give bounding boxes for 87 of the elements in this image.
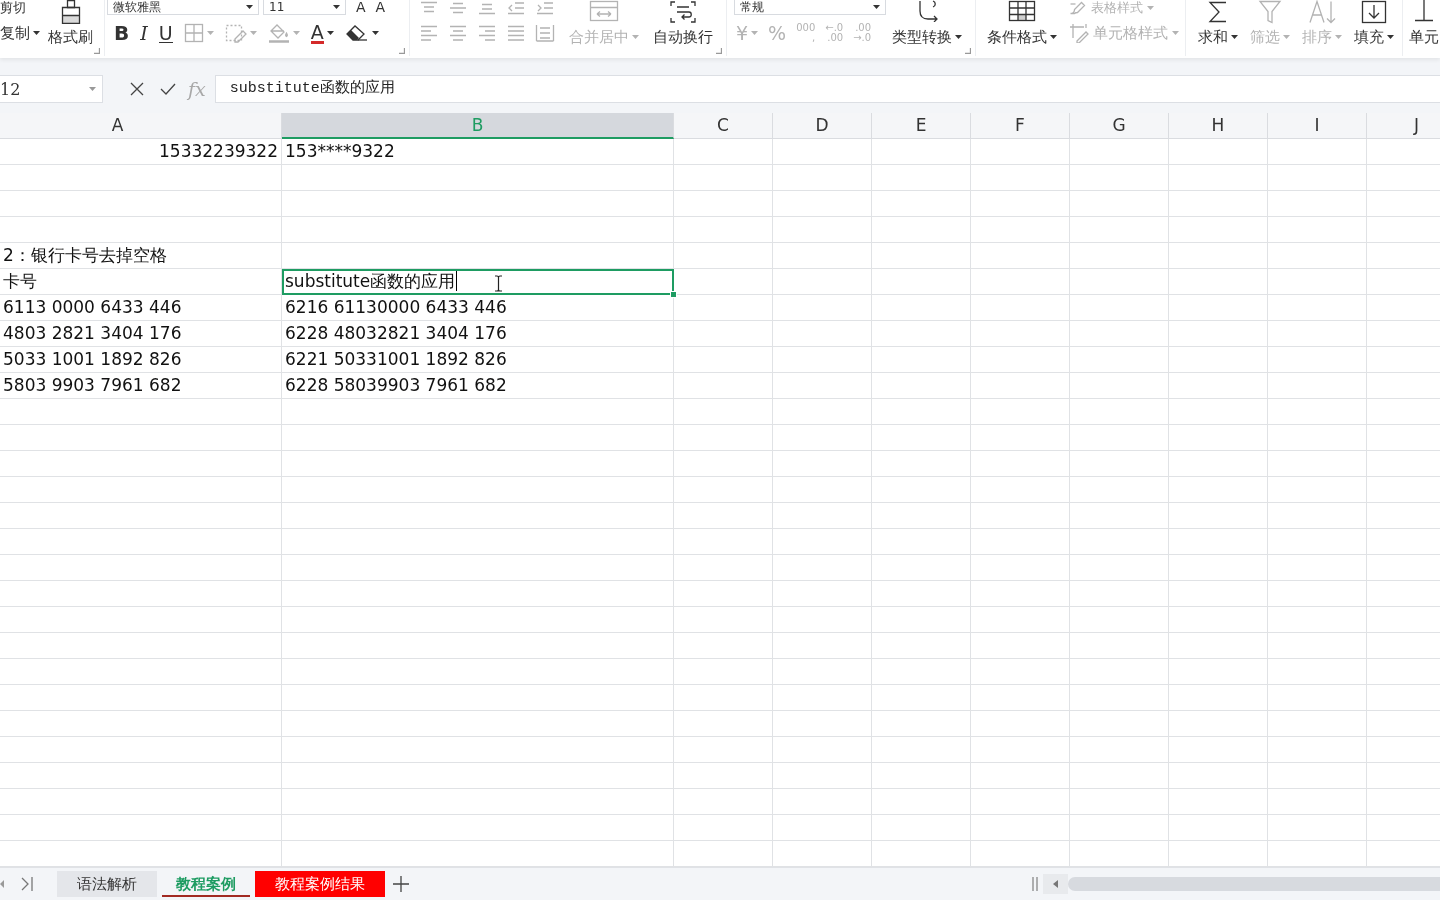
table-grid-icon bbox=[1008, 0, 1036, 22]
column-header[interactable]: A bbox=[0, 113, 282, 139]
plus-icon[interactable] bbox=[393, 876, 409, 892]
copy-button[interactable]: 复制 bbox=[0, 24, 40, 42]
column-header[interactable]: G bbox=[1070, 113, 1169, 139]
dialog-launcher-icon[interactable] bbox=[716, 48, 722, 54]
format-painter-button[interactable]: 格式刷 bbox=[48, 0, 93, 46]
clear-button[interactable] bbox=[344, 23, 379, 43]
fill-handle[interactable] bbox=[670, 291, 677, 298]
scroll-left-button[interactable] bbox=[1043, 874, 1068, 894]
merge-cells-icon bbox=[589, 0, 619, 22]
fill-button[interactable]: 填充 bbox=[1354, 0, 1394, 46]
dialog-launcher-icon[interactable] bbox=[94, 48, 100, 54]
font-size-dropdown[interactable]: 11 bbox=[263, 0, 346, 15]
distribute-icon bbox=[535, 23, 555, 43]
align-right-icon bbox=[477, 23, 497, 43]
table-cell-text: 153****9322 bbox=[284, 140, 396, 163]
column-header[interactable]: I bbox=[1268, 113, 1367, 139]
table-cell-text: 5803 9903 7961 682 bbox=[2, 374, 183, 397]
inverted-t-icon bbox=[1413, 0, 1435, 22]
wrap-text-button[interactable]: 自动换行 bbox=[653, 0, 713, 46]
convert-type-button[interactable]: 类型转换 bbox=[892, 0, 962, 46]
number-format-dropdown[interactable]: 常规 bbox=[734, 0, 886, 15]
dialog-launcher-icon[interactable] bbox=[399, 48, 405, 54]
table-cell-text: 2：银行卡号去掉空格 bbox=[2, 244, 168, 267]
table-cell-text: 6228 58039903 7961 682 bbox=[284, 374, 508, 397]
table-cell-text: 15332239322 bbox=[158, 140, 279, 163]
justify-icon bbox=[506, 23, 526, 43]
grow-font-button[interactable]: A bbox=[356, 0, 366, 15]
splitter-handle-icon[interactable] bbox=[1032, 877, 1038, 891]
column-header[interactable]: F bbox=[971, 113, 1070, 139]
table-cell-text: 6228 48032821 3404 176 bbox=[284, 322, 508, 345]
column-header[interactable]: H bbox=[1169, 113, 1268, 139]
funnel-icon bbox=[1258, 0, 1282, 24]
dialog-launcher-icon[interactable] bbox=[965, 48, 971, 54]
scrollbar-thumb[interactable] bbox=[1068, 877, 1440, 891]
grid-icon bbox=[183, 23, 204, 43]
close-icon bbox=[130, 82, 144, 96]
column-header[interactable]: D bbox=[773, 113, 872, 139]
down-arrow-box-icon bbox=[1361, 0, 1387, 24]
prev-sheet-icon[interactable] bbox=[0, 880, 4, 888]
underline-button[interactable]: U bbox=[158, 23, 173, 43]
align-top-icon bbox=[419, 0, 439, 15]
caret-icon bbox=[333, 5, 340, 9]
text-caret bbox=[456, 271, 458, 291]
editing-cell[interactable]: substitute函数的应用 bbox=[282, 269, 674, 295]
outdent-icon bbox=[506, 0, 526, 15]
pencil-icon bbox=[1069, 0, 1087, 15]
sort-icon bbox=[1308, 0, 1336, 24]
caret-icon bbox=[873, 5, 880, 9]
pen-cross-icon bbox=[1069, 23, 1089, 43]
sheet-tab[interactable]: 教程案例结果 bbox=[255, 871, 385, 897]
font-color-button[interactable]: A bbox=[310, 22, 334, 44]
sum-button[interactable]: 求和 bbox=[1198, 0, 1238, 46]
bold-button[interactable]: B bbox=[114, 22, 130, 44]
left-triangle-icon bbox=[1053, 880, 1058, 888]
sheet-tab[interactable]: 语法解析 bbox=[57, 871, 157, 897]
align-left-icon bbox=[419, 23, 439, 43]
caret-icon bbox=[89, 87, 96, 91]
align-center-icon bbox=[448, 23, 468, 43]
i-beam-cursor-icon bbox=[494, 275, 503, 292]
name-box[interactable]: 12 bbox=[0, 75, 103, 103]
table-cell-text: 6216 61130000 6433 446 bbox=[284, 296, 508, 319]
indent-icon bbox=[535, 0, 555, 15]
last-sheet-icon[interactable] bbox=[20, 877, 34, 891]
dashed-square-pen-icon bbox=[224, 23, 247, 43]
cell-button[interactable]: 单元 bbox=[1409, 0, 1439, 46]
wrap-text-icon bbox=[668, 0, 698, 24]
shrink-font-button[interactable]: A bbox=[375, 0, 386, 15]
conditional-format-button[interactable]: 条件格式 bbox=[987, 0, 1057, 46]
caret-icon bbox=[246, 5, 253, 9]
column-header[interactable]: C bbox=[674, 113, 773, 139]
column-header[interactable]: J bbox=[1367, 113, 1440, 139]
table-cell-text: 5033 1001 1892 826 bbox=[2, 348, 183, 371]
column-header[interactable]: E bbox=[872, 113, 971, 139]
table-cell-text: 4803 2821 3404 176 bbox=[2, 322, 183, 345]
cut-button[interactable]: 剪切 bbox=[0, 0, 26, 15]
eraser-icon bbox=[344, 23, 369, 43]
font-name-dropdown[interactable]: 微软雅黑 bbox=[107, 0, 259, 15]
table-cell-text: 6221 50331001 1892 826 bbox=[284, 348, 508, 371]
paint-bucket-icon bbox=[267, 23, 290, 43]
align-middle-icon bbox=[448, 0, 468, 15]
italic-button[interactable]: I bbox=[140, 22, 148, 44]
check-icon bbox=[160, 83, 176, 95]
table-cell-text: 卡号 bbox=[2, 270, 38, 293]
formula-input[interactable]: substitute函数的应用 bbox=[214, 75, 1440, 103]
table-cell-text: 6113 0000 6433 446 bbox=[2, 296, 183, 319]
